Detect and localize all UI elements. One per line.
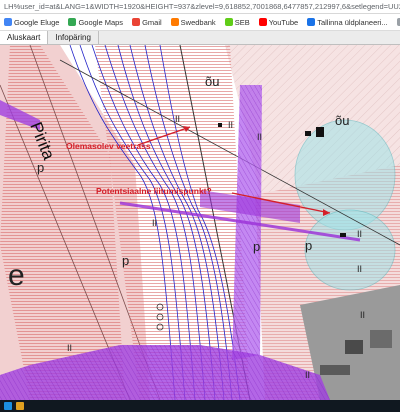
zone-label: II — [228, 120, 233, 130]
map-tabs: Aluskaart Infopäring — [0, 31, 400, 45]
bookmark-icon — [307, 18, 316, 26]
bookmark-item[interactable]: iCloud — [396, 18, 400, 27]
zone-label: II — [360, 310, 365, 320]
bookmark-label: Gmail — [142, 17, 162, 27]
bookmark-item[interactable]: Google Eluge — [4, 18, 59, 27]
zone-label: õu — [335, 113, 349, 128]
zone-label: II — [67, 343, 72, 353]
bookmark-icon — [170, 18, 179, 26]
map-view[interactable]: õu õu e p p p p II II II II II II II II II Pirita Olema… — [0, 45, 400, 400]
bookmark-icon — [68, 18, 77, 26]
bookmark-label: Google Maps — [78, 17, 124, 27]
zone-label: II — [357, 264, 362, 274]
zone-label: p — [305, 238, 312, 253]
bookmark-item[interactable]: Gmail — [132, 18, 162, 27]
zone-label: II — [175, 114, 180, 124]
bookmark-icon — [258, 18, 267, 26]
zone-label: õu — [205, 74, 219, 89]
annotation-potential-connection: Potentsiaalne liitumispunkt? — [96, 186, 212, 196]
bookmark-item[interactable]: Swedbank — [170, 17, 216, 27]
zone-label: II — [257, 132, 262, 142]
bookmark-icon — [4, 18, 12, 26]
bookmark-label: Swedbank — [180, 17, 216, 27]
zone-label: II — [305, 370, 310, 380]
map-canvas[interactable]: õuõue pp ppIIIIIIIIIIIIIIIIII Pirita Olema… — [0, 45, 400, 400]
zone-label: p — [122, 253, 129, 268]
start-icon[interactable] — [4, 402, 12, 410]
zone-label: II — [357, 229, 362, 239]
bookmark-item[interactable]: SEB — [224, 17, 250, 27]
bookmark-icon — [132, 18, 141, 26]
taskbar — [0, 400, 400, 412]
bookmark-item[interactable]: Tallinna üldplaneeri... — [307, 17, 388, 27]
zone-cyan-circle-2 — [304, 209, 396, 291]
zone-label: e — [8, 259, 25, 292]
bookmark-icon — [396, 18, 400, 26]
bookmark-label: Tallinna üldplaneeri... — [317, 17, 388, 27]
bookmarks-bar: Google Eluge Google Maps Gmail Swedbank SEB Y… — [0, 14, 400, 31]
browser-icon[interactable] — [16, 402, 24, 410]
tab-aluskaart[interactable]: Aluskaart — [0, 31, 49, 44]
annotation-existing-water-main: Olemasolev veetrass — [66, 141, 151, 151]
bookmark-icon — [224, 18, 233, 26]
zone-label: p — [253, 239, 260, 254]
bookmark-label: YouTube — [268, 17, 299, 27]
bookmark-label: Google Eluge — [14, 17, 60, 27]
zone-label: II — [152, 218, 157, 228]
tab-infoparing[interactable]: Infopäring — [48, 31, 99, 44]
zone-label: p — [37, 160, 44, 175]
address-bar[interactable]: LH%user_id=at&LANG=1&WIDTH=1920&HEIGHT=9… — [0, 0, 400, 14]
bookmark-item[interactable]: Google Maps — [68, 18, 123, 27]
bookmark-label: SEB — [234, 17, 250, 27]
bookmark-item[interactable]: YouTube — [258, 17, 299, 27]
